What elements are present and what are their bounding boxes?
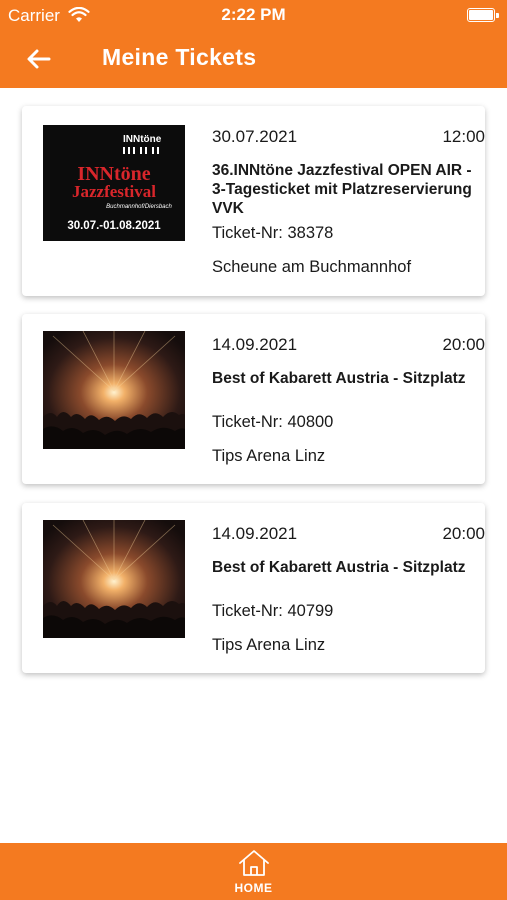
ticket-venue: Tips Arena Linz	[212, 636, 326, 654]
ticket-card[interactable]: 14.09.2021 20:00 Best of Kabarett Austri…	[22, 503, 485, 673]
ticket-card[interactable]: 14.09.2021 20:00 Best of Kabarett Austri…	[22, 314, 485, 484]
app-header: Carrier 2:22 PM Meine Tickets	[0, 0, 507, 88]
home-icon[interactable]	[237, 848, 271, 878]
status-bar: Carrier 2:22 PM	[0, 0, 507, 30]
ticket-date: 30.07.2021	[212, 127, 298, 146]
ticket-time: 12:00	[442, 127, 485, 146]
ticket-time: 20:00	[442, 524, 485, 543]
ticket-number: Ticket-Nr: 38378	[212, 224, 334, 242]
concert-image	[43, 520, 185, 638]
ticket-title: 36.INNtöne Jazzfestival OPEN AIR - 3-Tag…	[212, 162, 472, 217]
ticket-date: 14.09.2021	[212, 335, 298, 354]
battery-icon	[467, 8, 499, 22]
tab-home-label[interactable]: HOME	[0, 881, 507, 895]
ticket-number: Ticket-Nr: 40799	[212, 602, 334, 620]
poster-dates: 30.07.-01.08.2021	[67, 220, 161, 232]
poster-line2: Jazzfestival	[72, 182, 156, 201]
ticket-title: Best of Kabarett Austria - Sitzplatz	[212, 370, 466, 387]
clock: 2:22 PM	[221, 5, 286, 24]
ticket-venue: Tips Arena Linz	[212, 447, 326, 465]
page-title: Meine Tickets	[102, 44, 257, 70]
tab-bar: HOME	[0, 843, 507, 900]
ticket-title: Best of Kabarett Austria - Sitzplatz	[212, 559, 466, 576]
ticket-venue: Scheune am Buchmannhof	[212, 258, 412, 276]
poster-brand: INNtöne	[123, 134, 162, 145]
event-poster-image: INNtöne INNtöne Jazzfestival Buchmannhof…	[43, 125, 185, 241]
ticket-date: 14.09.2021	[212, 524, 298, 543]
ticket-number: Ticket-Nr: 40800	[212, 413, 334, 431]
concert-image	[43, 331, 185, 449]
ticket-card[interactable]: INNtöne INNtöne Jazzfestival Buchmannhof…	[22, 106, 485, 296]
back-arrow-icon[interactable]	[24, 44, 54, 74]
poster-sub: Buchmannhof/Diersbach	[106, 204, 172, 210]
ticket-time: 20:00	[442, 335, 485, 354]
